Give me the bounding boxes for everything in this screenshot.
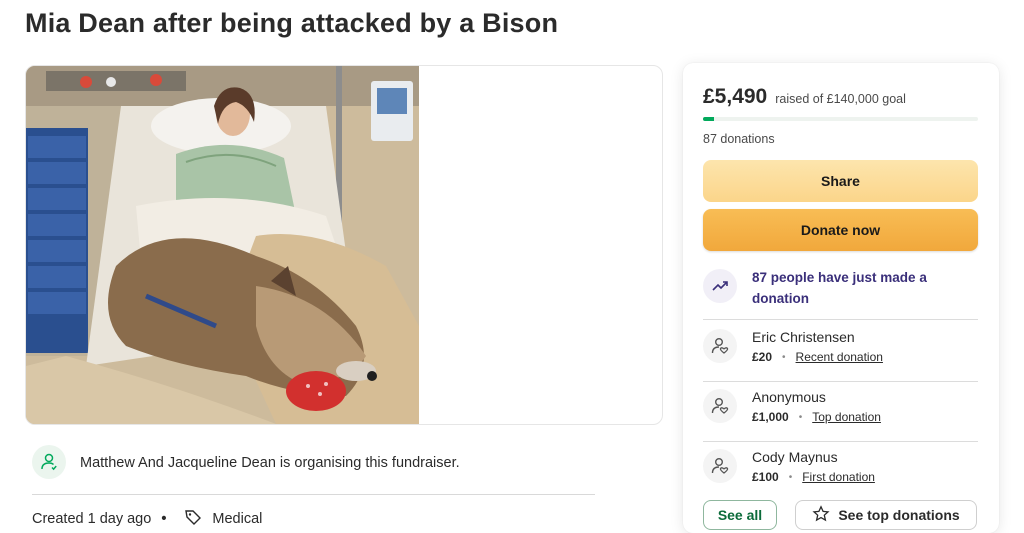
campaign-media-card — [25, 65, 663, 425]
tag-icon — [184, 508, 202, 530]
see-top-donations-label: See top donations — [838, 507, 960, 523]
raised-summary: £5,490 raised of £140,000 goal — [703, 85, 906, 109]
campaign-photo[interactable] — [26, 66, 419, 424]
meta-separator: • — [161, 511, 167, 527]
progress-bar — [703, 117, 978, 121]
donor-amount: £100 — [752, 470, 779, 484]
donor-heart-icon — [703, 329, 737, 363]
donations-count: 87 donations — [703, 132, 775, 146]
donor-heart-icon — [703, 449, 737, 483]
organiser-text: Matthew And Jacqueline Dean is organisin… — [80, 455, 460, 471]
see-all-button[interactable]: See all — [703, 500, 777, 530]
recent-activity-text: 87 people have just made a donation — [752, 270, 927, 306]
recent-activity-banner: 87 people have just made a donation — [703, 267, 978, 320]
goal-text: raised of £140,000 goal — [775, 92, 906, 106]
donor-tag-link[interactable]: First donation — [802, 470, 875, 484]
donor-detail: £20 • Recent donation — [752, 350, 883, 364]
page-title: Mia Dean after being attacked by a Bison — [25, 8, 559, 38]
see-top-donations-button[interactable]: See top donations — [795, 500, 977, 530]
donor-heart-icon — [703, 389, 737, 423]
donor-amount: £1,000 — [752, 410, 789, 424]
donor-tag-link[interactable]: Top donation — [812, 410, 881, 424]
donor-item: Anonymous £1,000 • Top donation — [703, 381, 978, 442]
donor-tag-link[interactable]: Recent donation — [796, 350, 883, 364]
donation-sidebar: £5,490 raised of £140,000 goal 87 donati… — [683, 63, 999, 533]
donor-item: Eric Christensen £20 • Recent donation — [703, 321, 978, 382]
donor-separator: • — [782, 351, 786, 363]
donate-now-button[interactable]: Donate now — [703, 209, 978, 251]
donor-name: Cody Maynus — [752, 449, 838, 465]
donor-amount: £20 — [752, 350, 773, 364]
trending-up-icon — [703, 269, 737, 303]
donor-detail: £1,000 • Top donation — [752, 410, 881, 424]
progress-fill — [703, 117, 714, 121]
see-all-label: See all — [717, 507, 763, 523]
donor-separator: • — [788, 471, 793, 483]
star-icon — [812, 504, 830, 526]
donor-separator: • — [798, 411, 803, 423]
amount-raised: £5,490 — [703, 85, 768, 108]
donor-item: Cody Maynus £100 • First donation — [703, 441, 978, 501]
user-heart-icon — [32, 445, 66, 479]
campaign-meta: Created 1 day ago • Medical — [32, 508, 262, 530]
category-link[interactable]: Medical — [212, 511, 262, 527]
donor-name: Eric Christensen — [752, 329, 855, 345]
share-button[interactable]: Share — [703, 160, 978, 202]
organiser-row: Matthew And Jacqueline Dean is organisin… — [32, 440, 595, 495]
created-date: Created 1 day ago — [32, 511, 152, 527]
donor-detail: £100 • First donation — [752, 470, 875, 484]
donor-name: Anonymous — [752, 389, 826, 405]
